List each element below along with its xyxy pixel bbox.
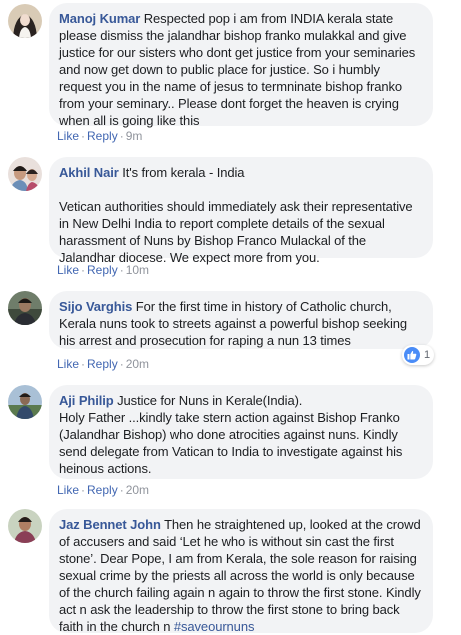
like-link[interactable]: Like [57, 483, 79, 497]
separator-dot: · [81, 483, 86, 497]
avatar[interactable] [8, 291, 42, 325]
comment-timestamp[interactable]: 10m [126, 263, 149, 277]
reaction-count: 1 [424, 349, 431, 361]
avatar[interactable] [8, 509, 42, 543]
comment-actions: Like · Reply · 9m [57, 128, 142, 144]
comment-bubble: Akhil Nair It's from kerala - India Veti… [49, 157, 433, 265]
separator-dot: · [81, 129, 86, 143]
comment-text: Holy Father ...kindly take stern action … [59, 410, 403, 476]
separator-dot: · [119, 263, 124, 277]
separator-dot: · [119, 483, 124, 497]
commenter-name[interactable]: Jaz Bennet John [59, 517, 161, 532]
comment-bubble: Sijo Varghis For the first time in histo… [49, 291, 433, 349]
reply-link[interactable]: Reply [87, 129, 118, 143]
comment-text: Justice for Nuns in Kerale(India). [117, 393, 303, 408]
comment-timestamp[interactable]: 20m [126, 483, 149, 497]
separator-dot: · [81, 263, 86, 277]
comment-text: Then he straightened up, looked at the c… [59, 517, 421, 634]
comment-bubble: Aji Philip Justice for Nuns in Kerale(In… [49, 385, 433, 479]
reply-link[interactable]: Reply [87, 483, 118, 497]
like-link[interactable]: Like [57, 129, 79, 143]
comment-text: Respected pop i am from INDIA kerala sta… [59, 11, 416, 128]
avatar[interactable] [8, 4, 42, 38]
comment-text: Vetican authorities should immediately a… [59, 199, 413, 265]
comment-bubble: Manoj Kumar Respected pop i am from INDI… [49, 3, 433, 128]
avatar[interactable] [8, 385, 42, 419]
comment-actions: Like · Reply · 20m [57, 356, 149, 372]
comment-text: It's from kerala - India [122, 165, 245, 180]
separator-dot: · [119, 357, 124, 371]
reply-link[interactable]: Reply [87, 263, 118, 277]
comment-actions: Like · Reply · 20m [57, 482, 149, 498]
commenter-name[interactable]: Sijo Varghis [59, 299, 132, 314]
comment-timestamp[interactable]: 20m [126, 357, 149, 371]
separator-dot: · [81, 357, 86, 371]
separator-dot: · [119, 129, 124, 143]
commenter-name[interactable]: Akhil Nair [59, 165, 119, 180]
comment-timestamp[interactable]: 9m [126, 129, 143, 143]
commenter-name[interactable]: Aji Philip [59, 393, 114, 408]
avatar[interactable] [8, 157, 42, 191]
reaction-summary[interactable]: 1 [402, 345, 435, 365]
like-icon [404, 347, 420, 363]
comment-actions: Like · Reply · 10m [57, 262, 149, 278]
reply-link[interactable]: Reply [87, 357, 118, 371]
like-link[interactable]: Like [57, 357, 79, 371]
like-link[interactable]: Like [57, 263, 79, 277]
hashtag-link[interactable]: #saveournuns [174, 619, 255, 634]
comment-bubble: Jaz Bennet John Then he straightened up,… [49, 509, 433, 634]
commenter-name[interactable]: Manoj Kumar [59, 11, 140, 26]
